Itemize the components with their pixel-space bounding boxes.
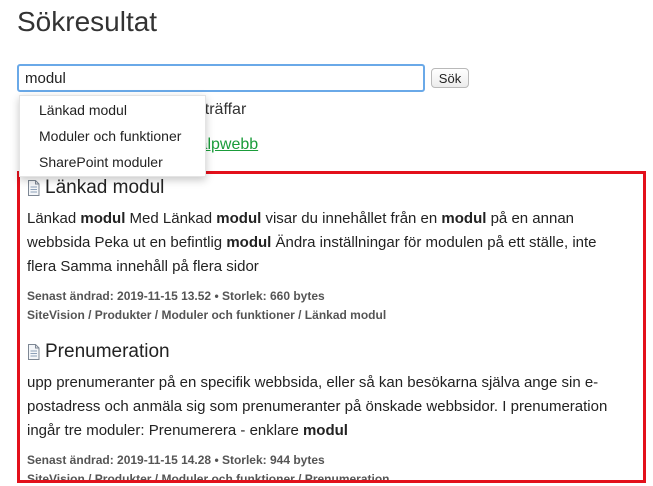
result-snippet: Länkad modul Med Länkad modul visar du i…	[27, 207, 627, 279]
suggestion-item[interactable]: Länkad modul	[39, 102, 127, 118]
result-meta: Senast ändrad: 2019-11-15 14.28 • Storle…	[27, 451, 627, 483]
snippet-text: visar du innehållet från en	[261, 210, 442, 227]
search-input[interactable]	[17, 64, 425, 92]
result-modified-size: Senast ändrad: 2019-11-15 13.52 • Storle…	[27, 289, 325, 303]
search-result: Prenumeration upp prenumeranter på en sp…	[27, 341, 627, 483]
result-meta: Senast ändrad: 2019-11-15 13.52 • Storle…	[27, 287, 627, 325]
page-title: Sökresultat	[17, 6, 158, 37]
result-title[interactable]: Länkad modul	[45, 177, 164, 199]
autocomplete-dropdown: Länkad modul Moduler och funktioner Shar…	[19, 95, 206, 177]
result-header: Prenumeration	[27, 341, 627, 363]
result-modified-size: Senast ändrad: 2019-11-15 14.28 • Storle…	[27, 453, 325, 467]
snippet-highlight: modul	[302, 422, 348, 439]
suggestion-item[interactable]: Moduler och funktioner	[39, 128, 181, 144]
search-button[interactable]: Sök	[431, 68, 469, 88]
result-snippet: upp prenumeranter på en specifik webbsid…	[27, 371, 627, 443]
hits-label: träffar	[200, 101, 247, 118]
search-result: Länkad modul Länkad modul Med Länkad mod…	[27, 177, 627, 325]
document-icon	[28, 344, 40, 360]
result-path: SiteVision / Produkter / Moduler och fun…	[27, 472, 390, 483]
result-title[interactable]: Prenumeration	[45, 341, 170, 363]
document-icon	[28, 180, 40, 196]
search-results-highlight: Länkad modul Länkad modul Med Länkad mod…	[17, 171, 646, 483]
suggestion-item[interactable]: SharePoint moduler	[39, 154, 163, 170]
result-header: Länkad modul	[27, 177, 627, 199]
snippet-highlight: modul	[216, 210, 262, 227]
snippet-highlight: modul	[80, 210, 126, 227]
snippet-text: Länkad	[27, 210, 81, 227]
snippet-highlight: modul	[226, 234, 272, 251]
snippet-highlight: modul	[441, 210, 487, 227]
result-path: SiteVision / Produkter / Moduler och fun…	[27, 308, 387, 322]
snippet-text: Med Länkad	[125, 210, 217, 227]
